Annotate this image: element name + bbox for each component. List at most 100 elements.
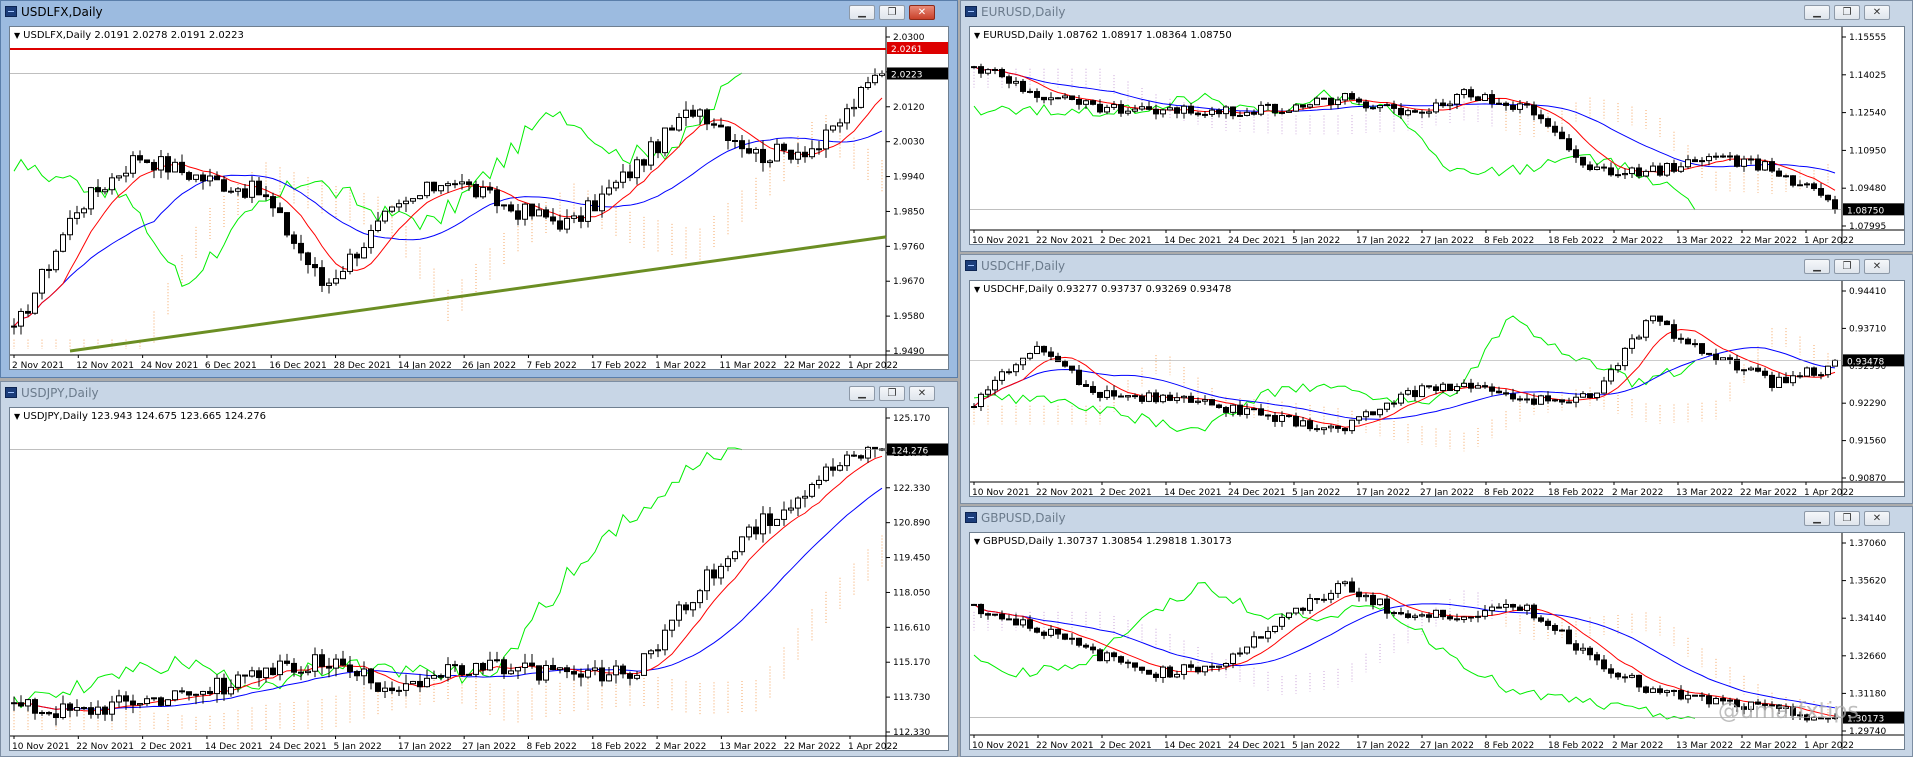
candle-body — [1111, 652, 1117, 658]
kijun-line — [973, 603, 1836, 709]
minimize-icon: ▁ — [1813, 513, 1821, 524]
candle-body — [270, 196, 276, 209]
minimize-button[interactable]: ▁ — [1804, 259, 1830, 274]
restore-button[interactable]: ❐ — [1834, 5, 1860, 20]
candle-body — [1510, 104, 1516, 110]
restore-button[interactable]: ❐ — [1834, 259, 1860, 274]
chart-window-icon — [965, 6, 977, 17]
level-price-text: 2.0261 — [891, 45, 923, 55]
candle-body — [1216, 404, 1222, 409]
candle-body — [361, 247, 367, 259]
candle-body — [1251, 111, 1257, 115]
window-titlebar[interactable]: GBPUSD,Daily ▁ ❐ ✕ — [961, 507, 1912, 530]
candle-body — [718, 565, 724, 579]
window-title: USDCHF,Daily — [981, 259, 1066, 273]
x-tick-label: 14 Jan 2022 — [398, 361, 452, 370]
candle-body — [1412, 615, 1418, 618]
close-button[interactable]: ✕ — [1864, 5, 1890, 20]
candle-body — [1531, 604, 1537, 619]
chart-plot-area[interactable]: 125.170123.770122.330120.890119.450118.0… — [9, 407, 949, 751]
x-tick-label: 2 Nov 2021 — [12, 361, 64, 370]
window-titlebar[interactable]: USDLFX,Daily ▁ ❐ ✕ — [1, 1, 957, 24]
candle-body — [529, 662, 535, 667]
window-titlebar[interactable]: USDJPY,Daily ▁ ❐ ✕ — [1, 382, 957, 405]
candle-body — [1489, 94, 1495, 104]
candle-body — [1300, 420, 1306, 427]
x-tick-label: 16 Dec 2021 — [269, 361, 327, 370]
chikou-line — [973, 89, 1696, 211]
window-title: GBPUSD,Daily — [981, 511, 1066, 525]
candle-body — [1580, 156, 1586, 166]
chart-window-usdlfx[interactable]: USDLFX,Daily ▁ ❐ ✕ 2.02612.03002.02102.0… — [0, 0, 958, 378]
close-button[interactable]: ✕ — [909, 386, 935, 401]
candle-body — [1125, 395, 1131, 398]
candle-body — [837, 122, 843, 127]
price-chart: 0.944100.937100.929900.922900.915600.908… — [970, 281, 1904, 497]
window-titlebar[interactable]: EURUSD,Daily ▁ ❐ ✕ — [961, 1, 1912, 24]
x-tick-label: 10 Nov 2021 — [972, 236, 1030, 245]
candle-body — [459, 665, 465, 676]
restore-button[interactable]: ❐ — [879, 5, 905, 20]
candle-body — [1118, 656, 1124, 663]
candle-body — [95, 187, 101, 193]
candle-body — [1083, 100, 1089, 105]
chart-plot-area[interactable]: 2.02612.03002.02102.01202.00301.99401.98… — [9, 26, 949, 370]
candle-body — [445, 183, 451, 187]
chart-plot-area[interactable]: 0.94410 0.93710 0.92990 0.92290 0.91560 0.908… — [969, 280, 1905, 497]
chart-window-usdchf[interactable]: USDCHF,Daily ▁ ❐ ✕ 0.94410 0.93710 0.92990… — [960, 254, 1913, 504]
minimize-button[interactable]: ▁ — [1804, 5, 1830, 20]
candle-body — [669, 619, 675, 631]
candle-body — [487, 659, 493, 671]
candle-body — [620, 665, 626, 675]
candle-body — [1671, 163, 1677, 172]
candle-body — [711, 123, 717, 126]
minimize-button[interactable]: ▁ — [849, 386, 875, 401]
candle-body — [46, 268, 52, 271]
x-tick-label: 2 Mar 2022 — [655, 742, 706, 751]
candle-body — [1608, 369, 1614, 382]
candle-body — [872, 446, 878, 450]
candle-body — [277, 207, 283, 214]
x-tick-label: 22 Nov 2021 — [1036, 488, 1094, 497]
close-button[interactable]: ✕ — [1864, 259, 1890, 274]
candle-body — [1195, 400, 1201, 403]
minimize-button[interactable]: ▁ — [849, 5, 875, 20]
chart-window-usdjpy[interactable]: USDJPY,Daily ▁ ❐ ✕ 125.170123.770122.330… — [0, 381, 958, 757]
candle-body — [382, 210, 388, 222]
minimize-button[interactable]: ▁ — [1804, 511, 1830, 526]
x-tick-label: 27 Jan 2022 — [462, 742, 516, 751]
candle-body — [340, 658, 346, 666]
chart-plot-area[interactable]: 1.15555 1.14025 1.12540 1.10950 1.09480 1.079… — [969, 26, 1905, 245]
candle-body — [1517, 398, 1523, 401]
restore-icon: ❐ — [1842, 7, 1852, 18]
window-titlebar[interactable]: USDCHF,Daily ▁ ❐ ✕ — [961, 255, 1912, 278]
candle-body — [1314, 598, 1320, 601]
candle-body — [1657, 315, 1663, 322]
candle-body — [648, 650, 654, 655]
candle-body — [1601, 380, 1607, 394]
candle-body — [865, 446, 871, 459]
y-tick-label: 1.9940 — [893, 173, 925, 183]
candle-body — [1587, 393, 1593, 399]
candle-body — [1496, 390, 1502, 394]
x-tick-label: 18 Feb 2022 — [1548, 741, 1604, 750]
x-tick-label: 22 Nov 2021 — [76, 742, 134, 751]
close-button[interactable]: ✕ — [1864, 511, 1890, 526]
restore-button[interactable]: ❐ — [879, 386, 905, 401]
candle-body — [74, 707, 80, 711]
ichimoku-cloud — [973, 68, 1829, 194]
candle-body — [1139, 666, 1145, 671]
x-tick-label: 14 Dec 2021 — [205, 742, 263, 751]
candle-body — [788, 507, 794, 511]
candle-body — [1167, 107, 1173, 111]
chart-window-eurusd[interactable]: EURUSD,Daily ▁ ❐ ✕ 1.15555 1.14025 1.12540… — [960, 0, 1913, 252]
candle-body — [1461, 616, 1467, 621]
candle-body — [39, 711, 45, 714]
restore-button[interactable]: ❐ — [1834, 511, 1860, 526]
close-button[interactable]: ✕ — [909, 5, 935, 20]
x-tick-label: 27 Jan 2022 — [1420, 741, 1474, 750]
candle-body — [1041, 631, 1047, 636]
candle-body — [1650, 688, 1656, 693]
candle-body — [1223, 407, 1229, 413]
candle-body — [417, 195, 423, 200]
